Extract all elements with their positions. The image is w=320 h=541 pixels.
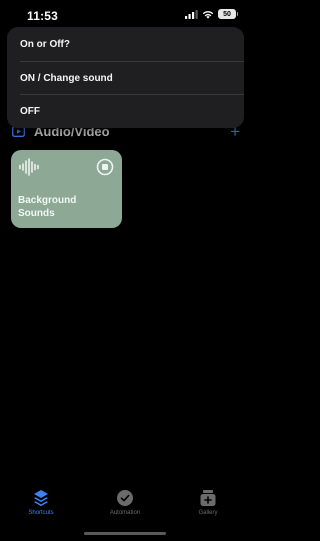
tab-label: Shortcuts [28,510,54,516]
choose-menu: On or Off? ON / Change sound OFF [7,27,244,128]
menu-option-off[interactable]: OFF [7,95,244,128]
tab-bar: Shortcuts Automation Gallery [0,483,250,541]
clock-check-icon [117,490,133,506]
menu-option-label: ON / Change sound [20,73,113,84]
battery-icon: 50 [218,9,238,19]
status-time: 11:53 [27,9,59,23]
menu-option-on-change-sound[interactable]: ON / Change sound [7,62,244,95]
tab-automation[interactable]: Automation [95,489,155,516]
status-icons: 50 [185,9,238,19]
shortcut-card-background-sounds[interactable]: Background Sounds [11,150,122,228]
menu-title: On or Off? [20,39,70,50]
tab-label: Gallery [198,510,218,516]
tab-shortcuts[interactable]: Shortcuts [11,489,71,516]
cellular-signal-icon [185,9,198,19]
tab-label: Automation [109,510,141,516]
menu-option-label: OFF [20,106,40,117]
stack-icon [34,490,48,507]
tab-gallery[interactable]: Gallery [178,489,238,516]
shortcut-card-title: Background Sounds [18,195,77,219]
gallery-plus-icon [200,490,216,506]
wifi-icon [202,10,214,19]
home-indicator [84,532,166,535]
stop-icon[interactable] [96,158,114,176]
waveform-icon [19,158,39,176]
